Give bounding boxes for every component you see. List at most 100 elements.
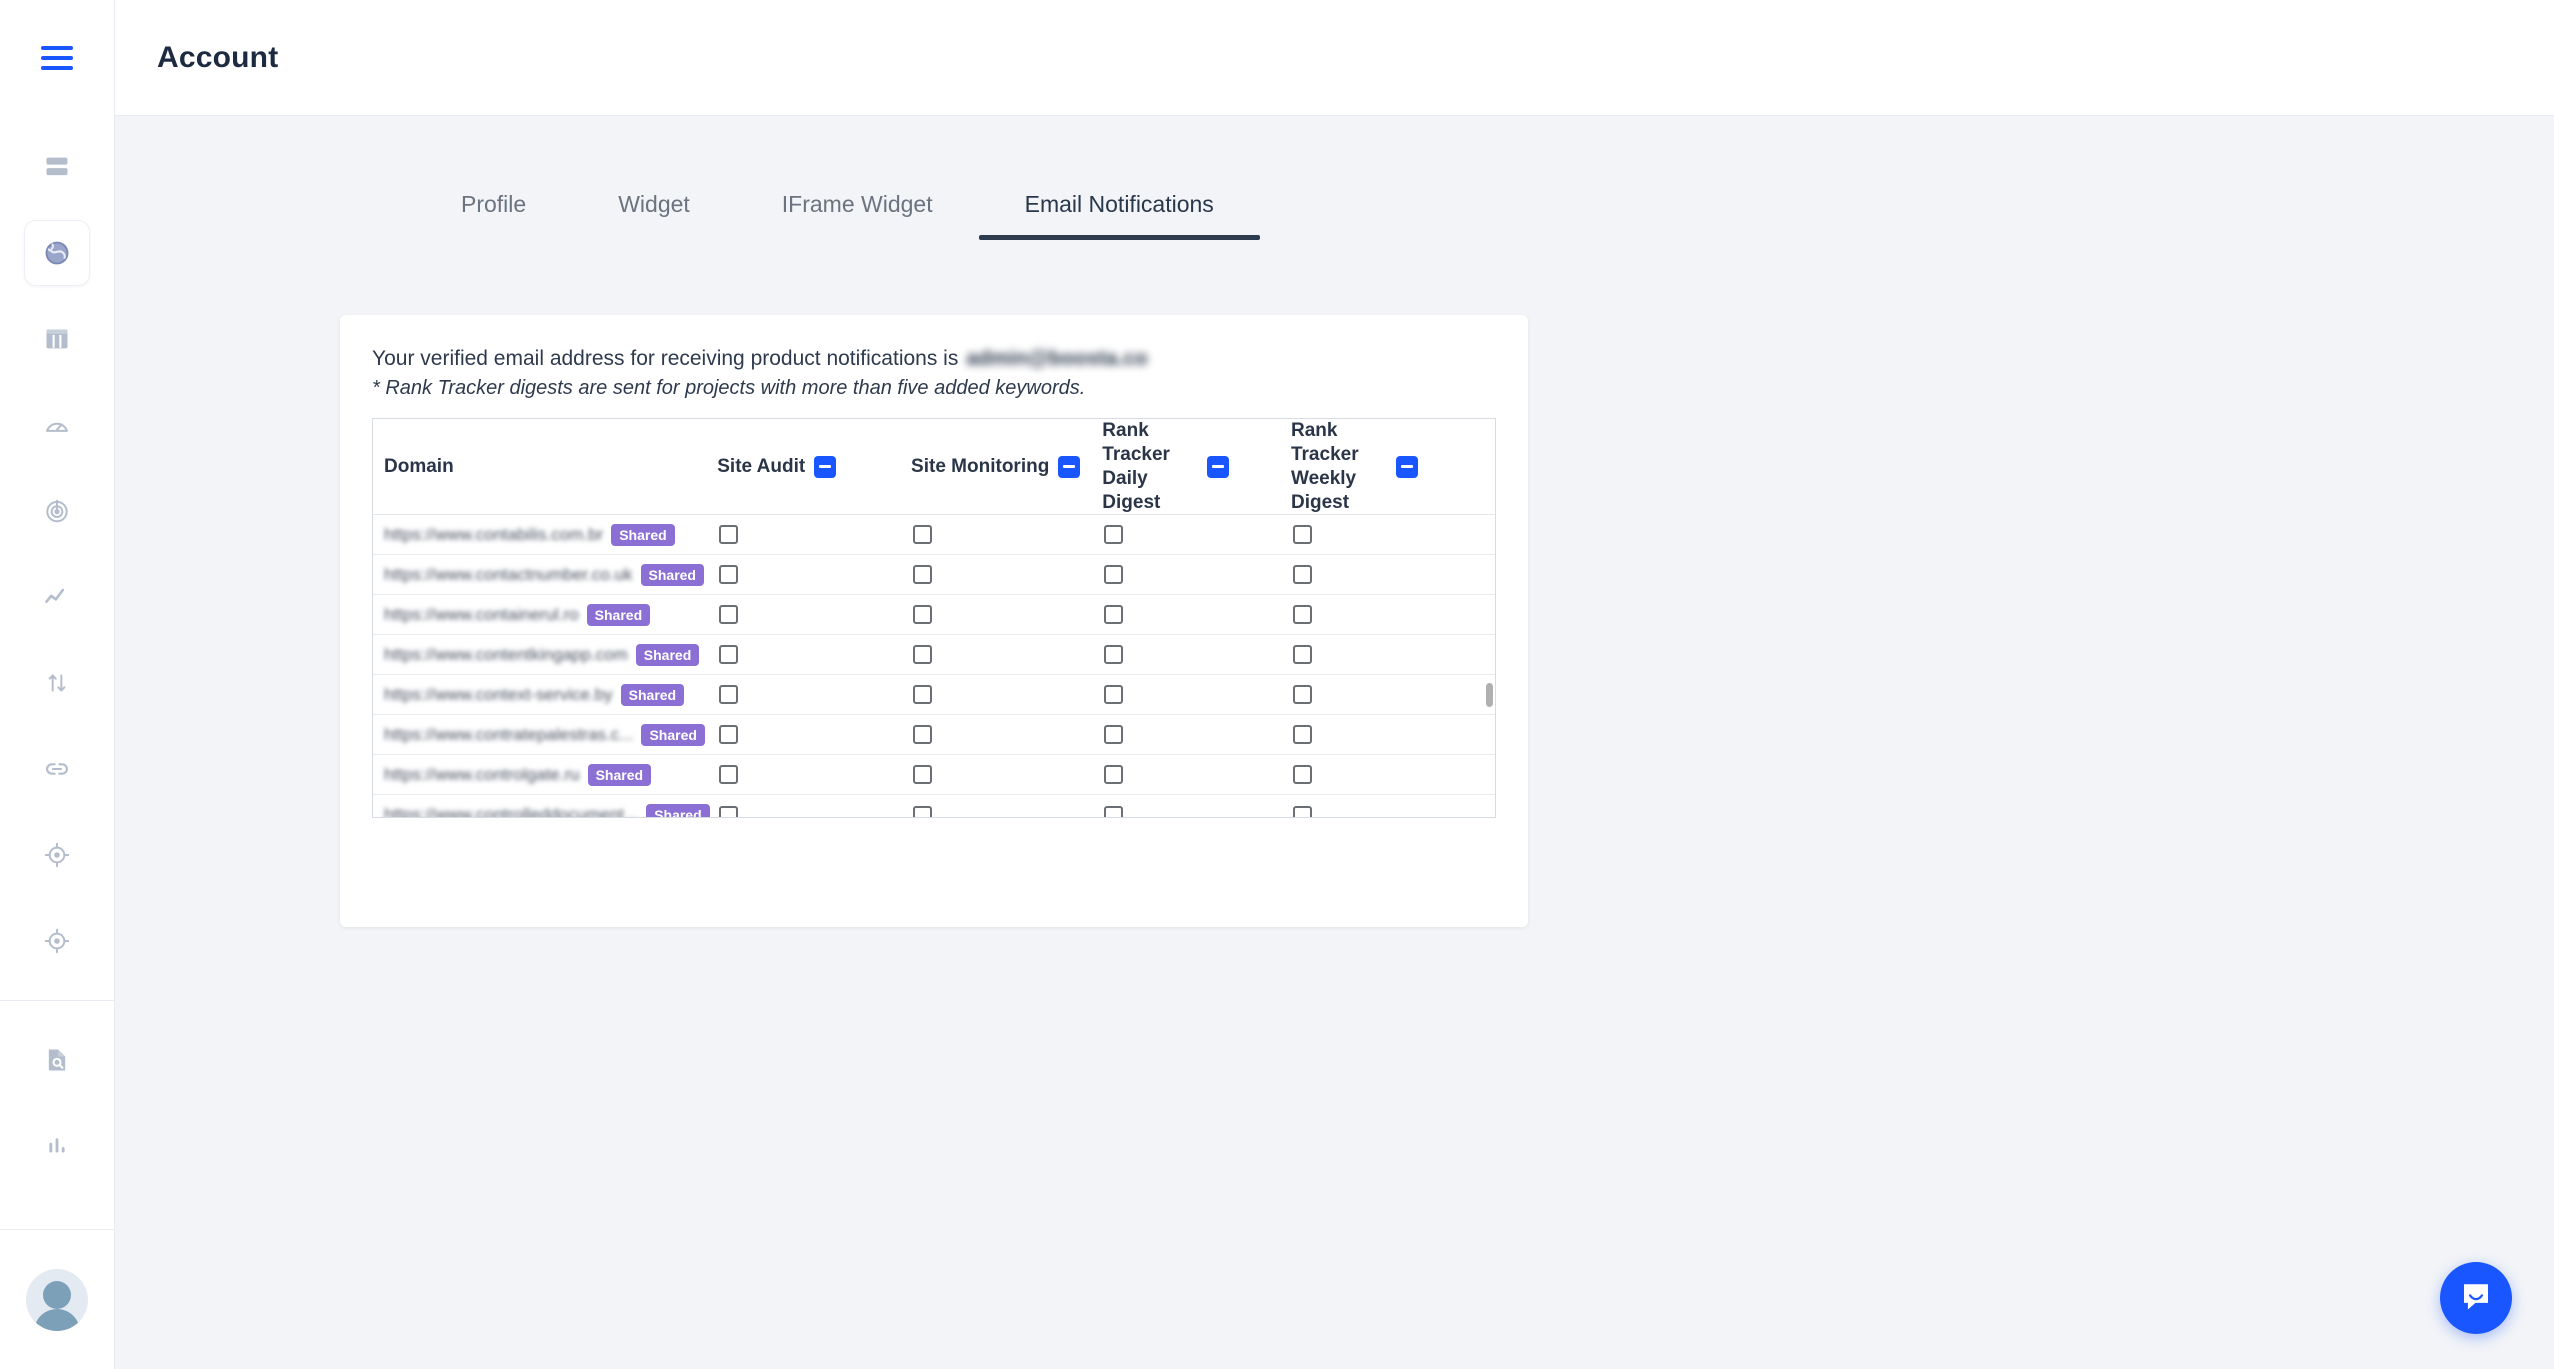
sidebar-item-site-audit[interactable] [24, 392, 90, 458]
tab-iframe-widget[interactable]: IFrame Widget [736, 191, 979, 240]
rank-tracker-weekly-checkbox[interactable] [1292, 605, 1312, 625]
site-audit-checkbox[interactable] [719, 605, 739, 625]
sidebar-item-content-checker[interactable] [24, 1027, 90, 1093]
column-label-rank-tracker-daily: Rank Tracker Daily Digest [1102, 419, 1198, 514]
rank-tracker-daily-cell [1102, 795, 1291, 818]
sidebar-item-keyword-research[interactable] [24, 822, 90, 888]
tab-profile[interactable]: Profile [415, 191, 572, 240]
dashboard-icon [43, 153, 71, 181]
rank-tracker-weekly-cell [1290, 514, 1495, 556]
table-row: https://www.controlleddocument... Shared [373, 795, 1495, 819]
rank-tracker-weekly-checkbox[interactable] [1292, 725, 1312, 745]
table-scrollbar[interactable] [1484, 419, 1494, 817]
site-audit-checkbox[interactable] [719, 725, 739, 745]
site-monitoring-cell [911, 594, 1103, 636]
rank-tracker-weekly-checkbox[interactable] [1292, 685, 1312, 705]
select-all-rank-tracker-daily-checkbox[interactable] [1207, 455, 1230, 478]
link-icon [43, 755, 71, 783]
domain-url: https://www.contactnumber.co.uk [384, 564, 633, 584]
column-header-rank-tracker-daily: Rank Tracker Daily Digest [1102, 419, 1291, 516]
rank-tracker-weekly-cell [1290, 554, 1495, 596]
site-audit-checkbox[interactable] [719, 765, 739, 785]
site-monitoring-checkbox[interactable] [913, 725, 933, 745]
domain-url: https://www.controlleddocument... [384, 805, 639, 819]
domain-url: https://www.contabilis.com.br [384, 524, 604, 544]
sidebar-item-compare[interactable] [24, 650, 90, 716]
hamburger-icon[interactable] [41, 46, 73, 70]
sidebar-item-dashboard[interactable] [24, 134, 90, 200]
sidebar-item-projects[interactable] [24, 220, 90, 286]
tab-widget[interactable]: Widget [572, 191, 736, 240]
rank-tracker-weekly-checkbox[interactable] [1292, 765, 1312, 785]
rank-tracker-daily-checkbox[interactable] [1104, 605, 1124, 625]
site-monitoring-cell [911, 674, 1103, 716]
table-row: https://www.contentkingapp.com Shared [373, 634, 1495, 676]
column-header-site-audit: Site Audit [717, 419, 912, 516]
domain-url: https://www.contentkingapp.com [384, 644, 628, 664]
site-monitoring-checkbox[interactable] [913, 525, 933, 545]
avatar[interactable] [26, 1268, 88, 1331]
site-audit-checkbox[interactable] [719, 685, 739, 705]
column-label-rank-tracker-weekly: Rank Tracker Weekly Digest [1291, 419, 1387, 514]
sidebar-item-reports[interactable] [24, 1113, 90, 1179]
rank-tracker-daily-checkbox[interactable] [1104, 685, 1124, 705]
site-audit-checkbox[interactable] [719, 805, 739, 818]
site-monitoring-checkbox[interactable] [913, 685, 933, 705]
sidebar-item-backlinks[interactable] [24, 736, 90, 802]
rank-tracker-weekly-cell [1290, 714, 1495, 756]
column-label-site-audit: Site Audit [717, 455, 806, 477]
select-all-site-monitoring-checkbox[interactable] [1058, 455, 1081, 478]
site-monitoring-checkbox[interactable] [913, 645, 933, 665]
avatar-head [43, 1280, 71, 1309]
rt-daily-line2: Daily Digest [1102, 467, 1161, 513]
notifications-table-container: Domain Site Audit Site Monitoring Rank T… [372, 418, 1496, 819]
site-monitoring-cell [911, 554, 1103, 596]
site-monitoring-checkbox[interactable] [913, 765, 933, 785]
rank-tracker-weekly-checkbox[interactable] [1292, 565, 1312, 585]
site-audit-checkbox[interactable] [719, 525, 739, 545]
rank-tracker-daily-checkbox[interactable] [1104, 725, 1124, 745]
target-icon [43, 841, 71, 869]
select-all-site-audit-checkbox[interactable] [814, 455, 837, 478]
shared-badge: Shared [635, 643, 700, 666]
site-audit-checkbox[interactable] [719, 565, 739, 585]
tab-email-notifications[interactable]: Email Notifications [978, 191, 1261, 240]
tab-bar: Profile Widget IFrame Widget Email Notif… [415, 158, 2554, 240]
column-label-site-monitoring: Site Monitoring [911, 455, 1050, 477]
intercom-launcher-button[interactable] [2440, 1262, 2512, 1334]
site-audit-cell [717, 714, 912, 756]
indeterminate-dash-icon [1063, 465, 1076, 469]
shared-badge: Shared [586, 603, 651, 626]
domain-cell: https://www.contactnumber.co.uk Shared [373, 554, 718, 596]
rank-tracker-weekly-checkbox[interactable] [1292, 525, 1312, 545]
sidebar-item-table[interactable] [24, 306, 90, 372]
site-monitoring-checkbox[interactable] [913, 605, 933, 625]
rank-tracker-weekly-checkbox[interactable] [1292, 805, 1312, 818]
chat-bubble-icon [2458, 1278, 2494, 1319]
shared-badge: Shared [587, 763, 652, 786]
table-head: Domain Site Audit Site Monitoring Rank T… [373, 419, 1495, 516]
rank-tracker-daily-checkbox[interactable] [1104, 805, 1124, 818]
top-bar: Account [115, 0, 2554, 116]
site-audit-cell [717, 594, 912, 636]
sidebar-item-site-monitoring[interactable] [24, 478, 90, 544]
sidebar-item-keyword-tool[interactable] [24, 908, 90, 974]
rank-tracker-weekly-checkbox[interactable] [1292, 645, 1312, 665]
rank-tracker-daily-checkbox[interactable] [1104, 525, 1124, 545]
table-body: https://www.contabilis.com.br Shared https… [373, 514, 1495, 819]
rank-tracker-daily-cell [1102, 554, 1291, 596]
page-title: Account [157, 40, 279, 74]
site-audit-cell [717, 634, 912, 676]
site-monitoring-cell [911, 754, 1103, 796]
site-monitoring-checkbox[interactable] [913, 565, 933, 585]
site-monitoring-checkbox[interactable] [913, 805, 933, 818]
rank-tracker-daily-checkbox[interactable] [1104, 565, 1124, 585]
sidebar-item-rank-tracker[interactable] [24, 564, 90, 630]
rank-tracker-daily-checkbox[interactable] [1104, 765, 1124, 785]
rank-tracker-daily-checkbox[interactable] [1104, 645, 1124, 665]
site-audit-cell [717, 795, 911, 818]
indeterminate-dash-icon [1400, 465, 1413, 469]
table-scrollbar-thumb[interactable] [1486, 683, 1493, 708]
select-all-rank-tracker-weekly-checkbox[interactable] [1395, 455, 1418, 478]
site-audit-checkbox[interactable] [719, 645, 739, 665]
